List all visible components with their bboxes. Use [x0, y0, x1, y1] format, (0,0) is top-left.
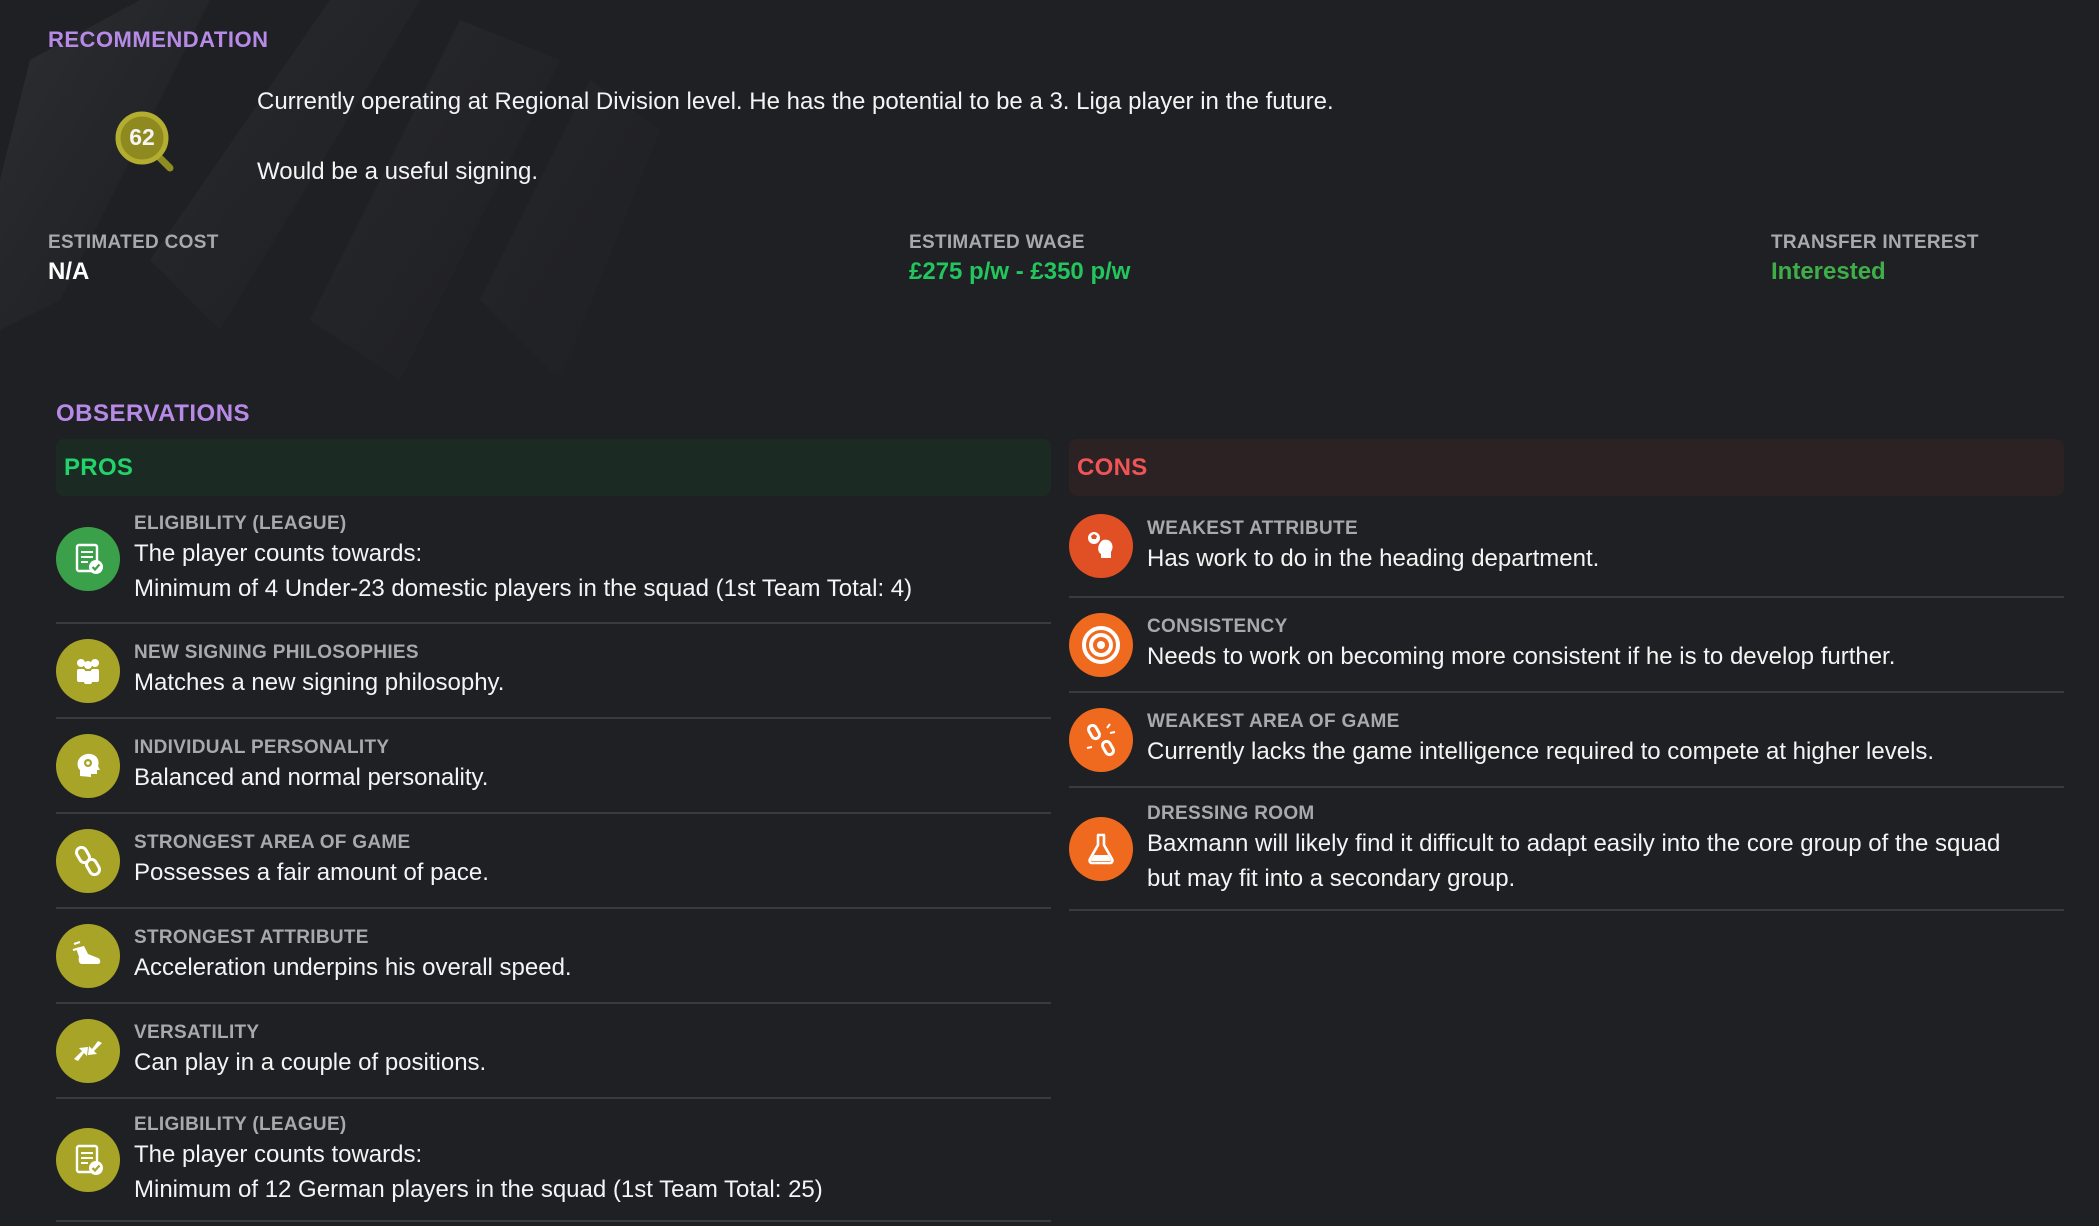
cons-panel: CONS WEAKEST ATTRIBUTE Has work to do in…	[1069, 439, 2064, 911]
pros-item[interactable]: VERSATILITY Can play in a couple of posi…	[56, 1004, 1051, 1099]
pros-item-label: INDIVIDUAL PERSONALITY	[134, 737, 390, 758]
pros-item-desc: Acceleration underpins his overall speed…	[134, 954, 572, 981]
cons-item[interactable]: CONSISTENCY Needs to work on becoming mo…	[1069, 598, 2064, 693]
pros-item[interactable]: ELIGIBILITY (LEAGUE) The player counts t…	[56, 496, 1051, 624]
heading-icon	[1069, 514, 1133, 578]
pros-item-desc-detail: Minimum of 12 German players in the squa…	[134, 1175, 823, 1203]
pros-item-desc: Can play in a couple of positions.	[134, 1049, 487, 1076]
transfer-interest-label: TRANSFER INTEREST	[1771, 232, 1979, 253]
pros-heading: PROS	[56, 439, 1051, 496]
flask-icon	[1069, 816, 1133, 881]
pros-item-label: ELIGIBILITY (LEAGUE)	[134, 1113, 347, 1135]
rating-value: 62	[129, 124, 155, 150]
broken-chain-icon	[1069, 707, 1133, 772]
observations-title: OBSERVATIONS	[56, 400, 251, 427]
cons-item-label: WEAKEST ATTRIBUTE	[1147, 517, 1358, 539]
cons-item-desc-detail: but may fit into a secondary group.	[1147, 864, 1516, 892]
cons-item-desc: Baxmann will likely find it difficult to…	[1147, 829, 2001, 857]
recommendation-title: RECOMMENDATION	[48, 27, 269, 52]
pros-item[interactable]: STRONGEST ATTRIBUTE Acceleration underpi…	[56, 909, 1051, 1004]
group-icon	[56, 638, 120, 703]
pros-item-desc-detail: Minimum of 4 Under-23 domestic players i…	[134, 575, 913, 602]
recommendation-verdict: Would be a useful signing.	[257, 158, 539, 185]
estimated-wage: ESTIMATED WAGE £275 p/w - £350 p/w	[909, 232, 1130, 286]
pros-panel: PROS ELIGIBILITY (LEAGUE) The player cou…	[56, 439, 1051, 1222]
pros-item-label: STRONGEST ATTRIBUTE	[134, 927, 369, 948]
pros-item-desc: The player counts towards:	[134, 540, 423, 567]
pros-item[interactable]: NEW SIGNING PHILOSOPHIES Matches a new s…	[56, 624, 1051, 719]
transfer-interest-value: Interested	[1771, 258, 1886, 285]
recommendation-text: Currently operating at Regional Division…	[257, 88, 1334, 115]
pros-item-label: NEW SIGNING PHILOSOPHIES	[134, 642, 419, 663]
pros-item-label: STRONGEST AREA OF GAME	[134, 832, 411, 853]
cons-item-label: CONSISTENCY	[1147, 616, 1288, 637]
estimated-wage-value: £275 p/w - £350 p/w	[909, 258, 1131, 285]
pros-item-label: VERSATILITY	[134, 1022, 260, 1043]
estimated-cost: ESTIMATED COST N/A	[48, 232, 219, 286]
estimated-wage-label: ESTIMATED WAGE	[909, 232, 1085, 253]
checklist-icon	[56, 527, 120, 591]
pros-item[interactable]: INDIVIDUAL PERSONALITY Balanced and norm…	[56, 719, 1051, 814]
cons-heading: CONS	[1069, 439, 2064, 496]
pros-item[interactable]: ELIGIBILITY (LEAGUE) The player counts t…	[56, 1099, 1051, 1222]
checklist-icon	[56, 1127, 120, 1192]
cons-item[interactable]: WEAKEST AREA OF GAME Currently lacks the…	[1069, 693, 2064, 788]
pros-item-label: ELIGIBILITY (LEAGUE)	[134, 513, 347, 534]
cons-item[interactable]: DRESSING ROOM Baxmann will likely find i…	[1069, 788, 2064, 911]
pros-item-desc: Possesses a fair amount of pace.	[134, 859, 489, 886]
cons-item-desc: Currently lacks the game intelligence re…	[1147, 738, 1935, 765]
chain-icon	[56, 828, 120, 893]
cons-item-desc: Has work to do in the heading department…	[1147, 544, 1600, 572]
cons-item-desc: Needs to work on becoming more consisten…	[1147, 643, 1896, 670]
cons-list: WEAKEST ATTRIBUTE Has work to do in the …	[1069, 496, 2064, 911]
estimated-cost-label: ESTIMATED COST	[48, 232, 219, 253]
pros-list: ELIGIBILITY (LEAGUE) The player counts t…	[56, 496, 1051, 1222]
pros-item-desc: The player counts towards:	[134, 1140, 423, 1168]
recommendation-rating-badge: 62	[110, 106, 178, 174]
transfer-interest: TRANSFER INTEREST Interested	[1771, 232, 1979, 286]
cons-item-label: WEAKEST AREA OF GAME	[1147, 711, 1400, 732]
pros-item-desc: Matches a new signing philosophy.	[134, 669, 505, 696]
target-icon	[1069, 612, 1133, 677]
head-icon	[56, 733, 120, 798]
pros-item[interactable]: STRONGEST AREA OF GAME Possesses a fair …	[56, 814, 1051, 909]
estimated-cost-value: N/A	[48, 258, 90, 285]
pros-item-desc: Balanced and normal personality.	[134, 764, 489, 791]
arrows-icon	[56, 1018, 120, 1083]
boot-icon	[56, 923, 120, 988]
cons-item[interactable]: WEAKEST ATTRIBUTE Has work to do in the …	[1069, 496, 2064, 598]
cons-item-label: DRESSING ROOM	[1147, 802, 1315, 824]
background-stripes	[0, 0, 660, 380]
